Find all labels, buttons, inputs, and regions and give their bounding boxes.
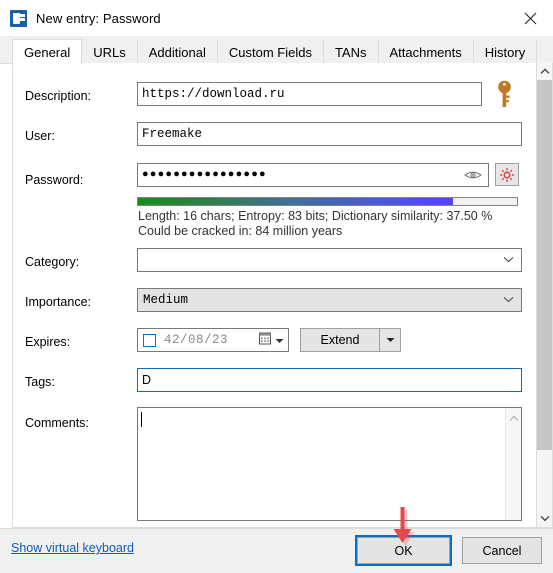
scroll-up-icon[interactable]: [509, 411, 519, 425]
panel-scrollbar[interactable]: [536, 63, 553, 528]
date-dropdown-icon[interactable]: [275, 333, 284, 347]
category-label: Category:: [25, 255, 80, 269]
tab-additional[interactable]: Additional: [137, 40, 218, 64]
tab-general[interactable]: General: [12, 39, 83, 65]
text-caret: [141, 412, 142, 427]
window-title: New entry: Password: [36, 10, 161, 26]
expires-date-picker[interactable]: 42/08/23: [137, 328, 289, 352]
tab-tans[interactable]: TANs: [323, 40, 379, 64]
chevron-down-icon: [503, 253, 514, 267]
ok-button[interactable]: OK: [355, 535, 452, 566]
expires-checkbox[interactable]: [143, 333, 156, 347]
close-icon[interactable]: [507, 0, 553, 36]
dialog-footer: Show virtual keyboard OK Cancel: [0, 528, 553, 573]
general-tab-panel: Description: https://download.ru User: F…: [12, 63, 541, 528]
keepass-icon: [10, 9, 27, 27]
password-quality-line2: Could be cracked in: 84 million years: [138, 224, 343, 238]
scroll-up-icon[interactable]: [537, 63, 552, 80]
entry-form: Description: https://download.ru User: F…: [13, 63, 522, 527]
expires-date-value: 42/08/23: [164, 333, 229, 347]
cancel-button[interactable]: Cancel: [462, 537, 542, 564]
tab-attachments[interactable]: Attachments: [378, 40, 474, 64]
generate-password-button[interactable]: [495, 163, 519, 186]
tab-label: URLs: [93, 44, 126, 60]
tags-input[interactable]: D: [137, 368, 522, 392]
tab-label: Custom Fields: [228, 44, 312, 60]
extend-dropdown-button[interactable]: [380, 328, 401, 352]
password-quality-bar: [137, 197, 518, 206]
title-bar: New entry: Password: [0, 0, 553, 36]
user-input[interactable]: Freemake: [137, 122, 522, 146]
expires-label: Expires:: [25, 335, 71, 349]
show-virtual-keyboard-link[interactable]: Show virtual keyboard: [11, 541, 134, 555]
tab-label: History: [484, 44, 526, 60]
comments-label: Comments:: [25, 416, 89, 430]
category-select[interactable]: [137, 248, 522, 272]
scrollbar-thumb[interactable]: [537, 80, 552, 450]
tab-label: Additional: [148, 44, 206, 60]
comments-scrollbar[interactable]: [505, 408, 521, 520]
tags-label: Tags:: [25, 375, 55, 389]
importance-label: Importance:: [25, 295, 92, 309]
description-label: Description:: [25, 89, 91, 103]
extend-button[interactable]: Extend: [300, 328, 380, 352]
password-quality-line1: Length: 16 chars; Entropy: 83 bits; Dict…: [138, 209, 493, 223]
chevron-down-icon: [386, 338, 394, 342]
chevron-down-icon: [503, 293, 514, 307]
importance-select[interactable]: Medium: [137, 288, 522, 312]
password-label: Password:: [25, 173, 84, 187]
tab-urls[interactable]: URLs: [82, 40, 138, 64]
user-label: User:: [25, 129, 55, 143]
description-input[interactable]: https://download.ru: [137, 82, 482, 106]
tab-label: General: [24, 44, 71, 60]
tab-label: TANs: [334, 44, 367, 60]
comments-textarea[interactable]: [137, 407, 522, 521]
tab-history[interactable]: History: [473, 40, 538, 64]
tab-label: Attachments: [389, 44, 462, 60]
key-icon: [495, 80, 514, 111]
eye-icon[interactable]: [463, 166, 483, 184]
password-input[interactable]: ●●●●●●●●●●●●●●●●: [137, 163, 489, 187]
password-quality-fill: [138, 198, 453, 205]
tab-custom-fields[interactable]: Custom Fields: [217, 40, 324, 64]
gear-icon: [500, 167, 514, 182]
tab-strip: General URLs Additional Custom Fields TA…: [0, 36, 553, 65]
importance-value: Medium: [143, 293, 189, 307]
calendar-icon[interactable]: [259, 332, 271, 348]
close-glyph: [524, 12, 536, 24]
scroll-down-icon[interactable]: [537, 510, 552, 527]
